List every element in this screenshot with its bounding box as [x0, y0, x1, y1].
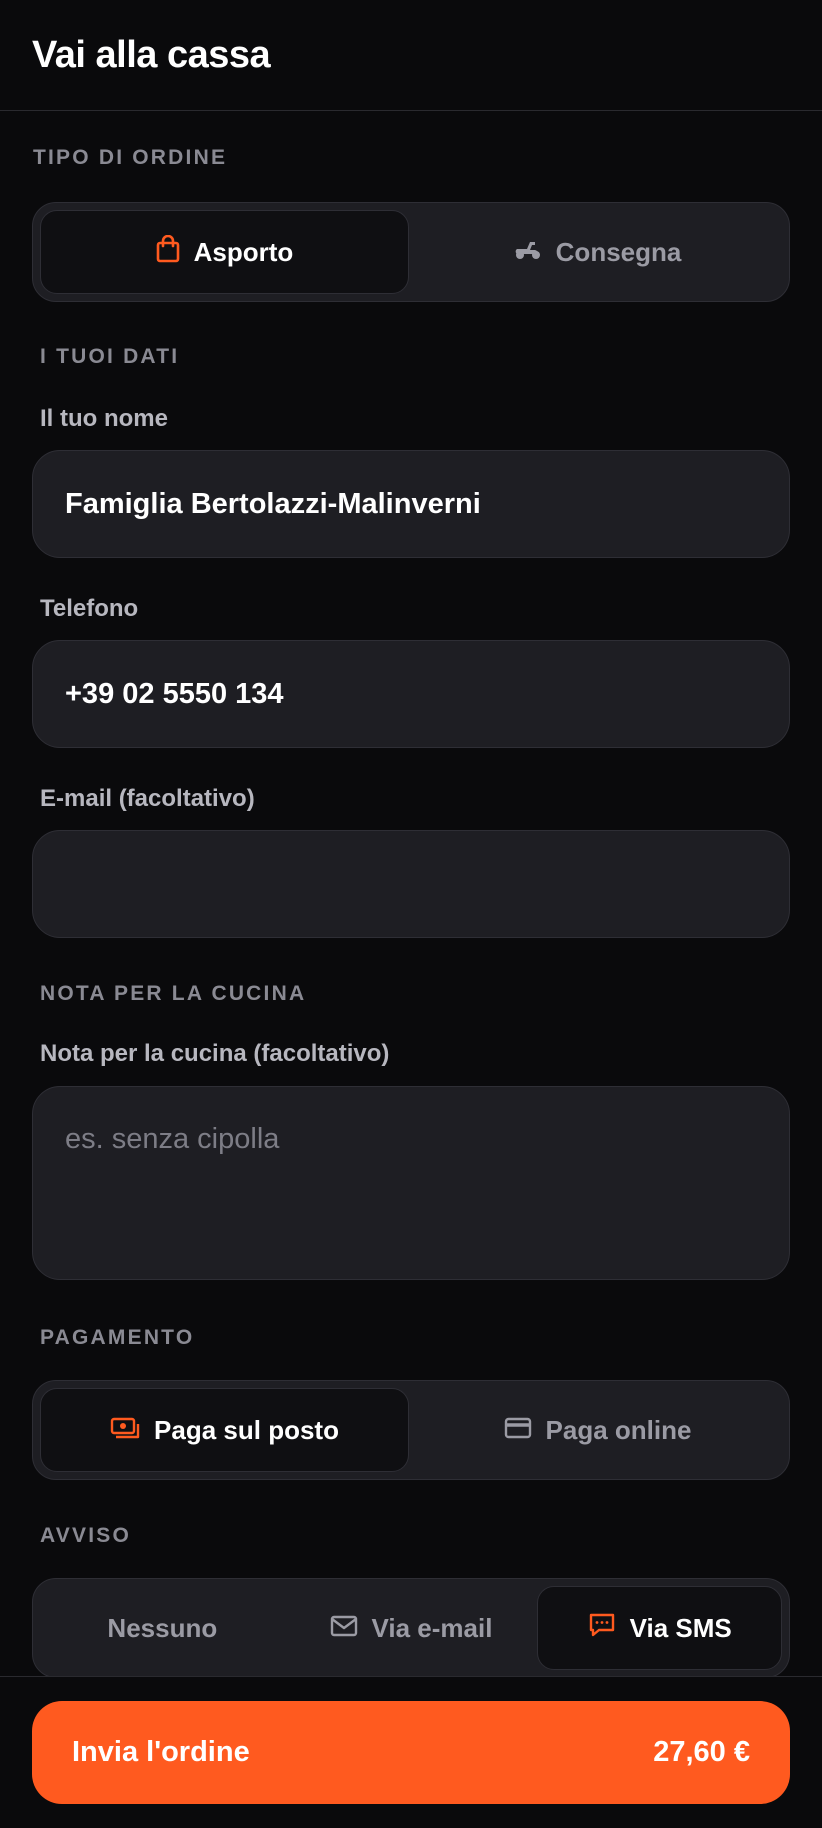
- order-type-selector: Asporto Consegna: [32, 202, 790, 302]
- notification-sms[interactable]: Via SMS: [537, 1586, 783, 1670]
- notification-email[interactable]: Via e-mail: [289, 1586, 534, 1670]
- scooter-icon: [514, 237, 542, 268]
- cash-icon: [110, 1415, 140, 1446]
- notification-none[interactable]: Nessuno: [40, 1586, 285, 1670]
- payment-on-site-label: Paga sul posto: [154, 1414, 339, 1445]
- name-input[interactable]: Famiglia Bertolazzi-Malinverni: [32, 450, 790, 558]
- kitchen-note-field-label: Nota per la cucina (facoltativo): [40, 1040, 390, 1067]
- payment-online-label: Paga online: [545, 1414, 692, 1445]
- your-data-section-label: I TUOI DATI: [40, 345, 180, 368]
- kitchen-note-section-label: NOTA PER LA CUCINA: [40, 982, 307, 1005]
- email-input[interactable]: [32, 830, 790, 938]
- payment-on-site[interactable]: Paga sul posto: [40, 1388, 409, 1472]
- chat-icon: [588, 1612, 616, 1645]
- payment-section-label: PAGAMENTO: [40, 1326, 195, 1349]
- phone-field-label: Telefono: [40, 595, 139, 622]
- kitchen-note-textarea[interactable]: es. senza cipolla: [32, 1086, 790, 1280]
- order-type-takeaway-label: Asporto: [193, 236, 294, 267]
- order-total: 27,60 €: [653, 1736, 750, 1768]
- submit-order-button[interactable]: Invia l'ordine 27,60 €: [32, 1701, 790, 1804]
- mail-icon: [330, 1613, 358, 1644]
- credit-card-icon: [504, 1415, 532, 1446]
- order-type-section-label: TIPO DI ORDINE: [33, 146, 228, 169]
- notification-email-label: Via e-mail: [371, 1612, 493, 1643]
- payment-selector: Paga sul posto Paga online: [32, 1380, 790, 1480]
- submit-order-label: Invia l'ordine: [72, 1736, 250, 1768]
- checkout-footer: Invia l'ordine 27,60 €: [0, 1676, 822, 1828]
- notification-section-label: AVVISO: [40, 1524, 131, 1547]
- email-field-label: E-mail (facoltativo): [40, 785, 255, 812]
- payment-online[interactable]: Paga online: [413, 1388, 782, 1472]
- name-field-label: Il tuo nome: [40, 405, 168, 432]
- order-type-delivery[interactable]: Consegna: [413, 210, 782, 294]
- kitchen-note-placeholder: es. senza cipolla: [65, 1123, 280, 1155]
- notification-sms-label: Via SMS: [629, 1612, 732, 1643]
- order-type-takeaway[interactable]: Asporto: [40, 210, 409, 294]
- checkout-page: Vai alla cassa TIPO DI ORDINE Asporto Co…: [0, 0, 822, 1828]
- header: Vai alla cassa: [0, 0, 822, 111]
- notification-none-label: Nessuno: [107, 1612, 218, 1643]
- order-type-delivery-label: Consegna: [555, 236, 682, 267]
- phone-input[interactable]: +39 02 5550 134: [32, 640, 790, 748]
- page-title: Vai alla cassa: [32, 33, 271, 76]
- notification-selector: Nessuno Via e-mail Via SMS: [32, 1578, 790, 1678]
- shopping-bag-icon: [156, 234, 180, 270]
